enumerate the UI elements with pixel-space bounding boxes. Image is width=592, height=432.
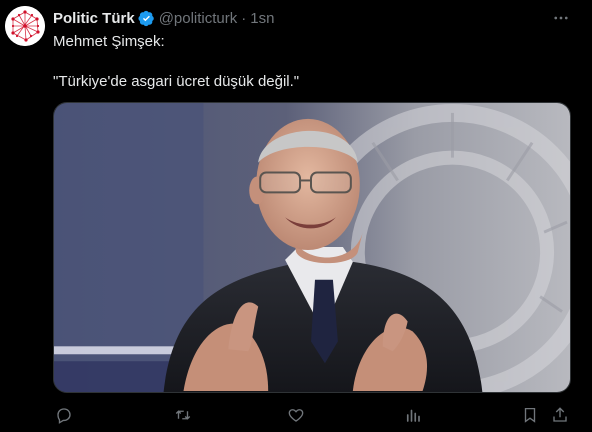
share-button[interactable] xyxy=(549,404,571,426)
retweet-icon xyxy=(175,410,191,420)
bookmark-button[interactable] xyxy=(519,404,541,426)
reply-icon xyxy=(57,408,71,424)
tweet-actions xyxy=(53,404,571,426)
like-icon xyxy=(288,409,304,422)
network-logo-icon xyxy=(5,6,45,46)
separator-dot: · xyxy=(241,9,247,27)
more-dots-icon xyxy=(554,16,568,20)
tweet-media[interactable] xyxy=(53,102,571,393)
more-options-button[interactable] xyxy=(548,8,574,28)
tweet-text-line: Mehmet Şimşek: xyxy=(53,33,165,50)
views-button[interactable] xyxy=(402,404,424,426)
tweet-header: Politic Türk @politicturk · 1sn xyxy=(53,8,274,28)
timestamp[interactable]: 1sn xyxy=(250,10,274,27)
author-name[interactable]: Politic Türk xyxy=(53,10,135,27)
tweet-text-quote: "Türkiye'de asgari ücret düşük değil." xyxy=(53,73,300,90)
verified-badge-icon[interactable] xyxy=(138,10,155,27)
retweet-button[interactable] xyxy=(172,404,194,426)
tweet[interactable]: Politic Türk @politicturk · 1sn Mehmet Ş… xyxy=(0,0,592,432)
author-handle[interactable]: @politicturk xyxy=(159,10,238,27)
share-icon xyxy=(553,407,567,422)
reply-button[interactable] xyxy=(53,404,75,426)
bookmark-icon xyxy=(524,407,536,423)
like-button[interactable] xyxy=(285,404,307,426)
photo-of-speaker-icon xyxy=(54,103,570,392)
avatar[interactable] xyxy=(5,6,45,46)
views-icon xyxy=(406,409,420,422)
